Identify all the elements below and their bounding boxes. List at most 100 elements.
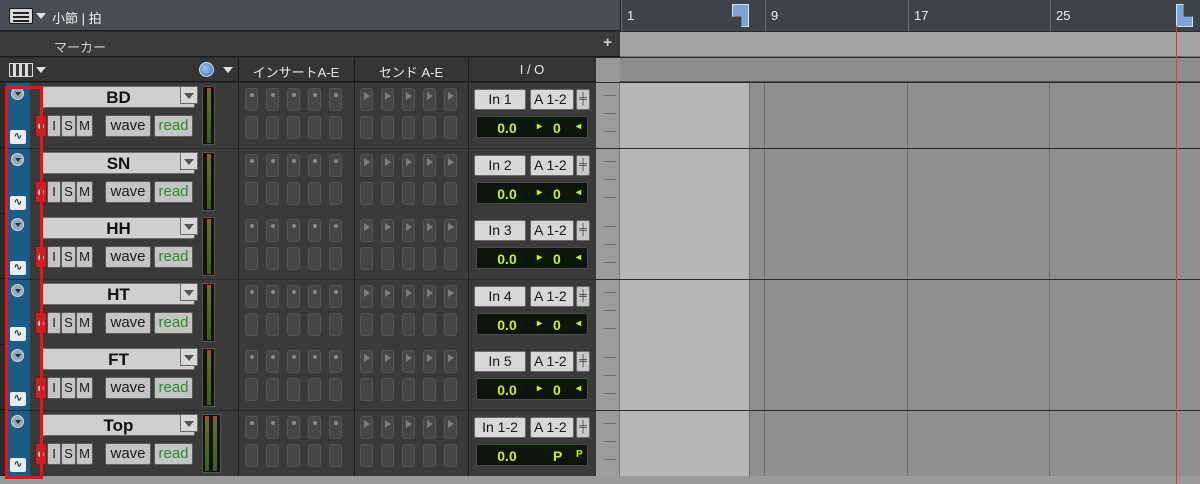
insert-slot[interactable] bbox=[266, 312, 279, 336]
insert-slot[interactable] bbox=[287, 350, 300, 373]
playlist-view-button[interactable]: wave bbox=[105, 180, 151, 203]
globe-icon[interactable] bbox=[199, 62, 214, 77]
send-slot[interactable] bbox=[423, 284, 436, 308]
record-enable-button[interactable]: ● bbox=[35, 180, 47, 203]
input-monitor-button[interactable]: I bbox=[47, 311, 61, 334]
track-playlist-lane[interactable] bbox=[620, 279, 1200, 345]
volume-value[interactable]: 0.0 bbox=[491, 317, 523, 333]
volume-value[interactable]: 0.0 bbox=[491, 382, 523, 398]
solo-button[interactable]: S bbox=[61, 311, 76, 334]
send-slot[interactable] bbox=[444, 443, 457, 467]
pan-value[interactable]: 0 bbox=[553, 382, 561, 398]
automation-mode-button[interactable]: read bbox=[154, 115, 193, 137]
send-slot[interactable] bbox=[423, 415, 436, 439]
track-row[interactable]: ∿ HT ● I S M wave read In 4 A 1-2 ╪ 0.0 … bbox=[0, 279, 1200, 345]
mute-button[interactable]: M bbox=[76, 311, 93, 334]
track-color-strip[interactable]: ∿ bbox=[6, 83, 30, 148]
track-name[interactable]: Top bbox=[42, 413, 195, 436]
send-slot[interactable] bbox=[360, 88, 373, 111]
track-row[interactable]: ∿ BD ● I S M wave read In 1 A 1-2 ╪ 0.0 … bbox=[0, 83, 1200, 148]
send-slot[interactable] bbox=[402, 247, 415, 270]
record-enable-button[interactable]: ● bbox=[35, 115, 47, 137]
volume-value[interactable]: 0.0 bbox=[491, 120, 523, 136]
track-color-strip[interactable]: ∿ bbox=[6, 279, 30, 345]
volume-pan-display[interactable]: 0.0 P P bbox=[476, 443, 588, 466]
track-collapse-icon[interactable] bbox=[11, 87, 24, 100]
track-playlist-lane[interactable] bbox=[620, 83, 1200, 148]
insert-slot[interactable] bbox=[287, 284, 300, 308]
marker-lane[interactable] bbox=[620, 32, 1200, 57]
send-slot[interactable] bbox=[381, 284, 394, 308]
playlist-view-button[interactable]: wave bbox=[105, 442, 151, 465]
insert-slot[interactable] bbox=[245, 88, 258, 111]
send-slot[interactable] bbox=[402, 312, 415, 336]
insert-slot[interactable] bbox=[308, 415, 321, 439]
insert-slot[interactable] bbox=[329, 88, 342, 111]
insert-slot[interactable] bbox=[329, 284, 342, 308]
track-name-menu-icon[interactable] bbox=[180, 86, 198, 104]
output-selector[interactable]: A 1-2 bbox=[530, 351, 574, 372]
track-name-menu-icon[interactable] bbox=[180, 217, 198, 235]
send-slot[interactable] bbox=[381, 378, 394, 401]
send-slot[interactable] bbox=[423, 378, 436, 401]
send-slot[interactable] bbox=[444, 181, 457, 205]
input-monitor-button[interactable]: I bbox=[47, 180, 61, 203]
insert-slot[interactable] bbox=[245, 443, 258, 467]
insert-slot[interactable] bbox=[329, 378, 342, 401]
insert-slot[interactable] bbox=[245, 378, 258, 401]
insert-slot[interactable] bbox=[245, 153, 258, 177]
send-slot[interactable] bbox=[360, 284, 373, 308]
record-enable-button[interactable]: ● bbox=[35, 442, 47, 465]
output-selector[interactable]: A 1-2 bbox=[530, 416, 574, 438]
automation-lane-icon[interactable]: ∿ bbox=[10, 457, 26, 472]
send-slot[interactable] bbox=[423, 312, 436, 336]
send-slot[interactable] bbox=[360, 247, 373, 270]
send-slot[interactable] bbox=[423, 247, 436, 270]
track-name[interactable]: BD bbox=[42, 86, 195, 108]
send-slot[interactable] bbox=[381, 443, 394, 467]
track-playlist-lane[interactable] bbox=[620, 148, 1200, 214]
track-playlist-lane[interactable] bbox=[620, 345, 1200, 410]
volume-value[interactable]: 0.0 bbox=[491, 251, 523, 267]
input-selector[interactable]: In 4 bbox=[474, 285, 526, 307]
send-slot[interactable] bbox=[381, 116, 394, 139]
send-slot[interactable] bbox=[402, 415, 415, 439]
insert-slot[interactable] bbox=[287, 116, 300, 139]
send-slot[interactable] bbox=[360, 153, 373, 177]
send-slot[interactable] bbox=[381, 350, 394, 373]
volume-pan-display[interactable]: 0.0 ▸ 0 ◂ bbox=[476, 378, 588, 400]
input-selector[interactable]: In 3 bbox=[474, 220, 526, 241]
insert-slot[interactable] bbox=[245, 247, 258, 270]
insert-slot[interactable] bbox=[308, 116, 321, 139]
solo-button[interactable]: S bbox=[61, 180, 76, 203]
output-selector[interactable]: A 1-2 bbox=[530, 285, 574, 307]
send-slot[interactable] bbox=[402, 116, 415, 139]
insert-slot[interactable] bbox=[266, 116, 279, 139]
ruler-menu-icon[interactable] bbox=[9, 8, 33, 24]
send-slot[interactable] bbox=[402, 181, 415, 205]
chevron-down-icon[interactable] bbox=[223, 67, 233, 73]
send-slot[interactable] bbox=[402, 219, 415, 242]
insert-slot[interactable] bbox=[287, 312, 300, 336]
input-selector[interactable]: In 2 bbox=[474, 154, 526, 176]
send-slot[interactable] bbox=[423, 181, 436, 205]
insert-slot[interactable] bbox=[308, 247, 321, 270]
send-slot[interactable] bbox=[423, 443, 436, 467]
insert-slot[interactable] bbox=[266, 247, 279, 270]
send-slot[interactable] bbox=[423, 88, 436, 111]
bars-ruler[interactable]: 1 9 17 25 bbox=[620, 0, 1200, 31]
mute-button[interactable]: M bbox=[76, 442, 93, 465]
input-monitor-button[interactable]: I bbox=[47, 246, 61, 268]
playlist-view-button[interactable]: wave bbox=[105, 115, 151, 137]
insert-slot[interactable] bbox=[329, 116, 342, 139]
insert-slot[interactable] bbox=[329, 181, 342, 205]
insert-slot[interactable] bbox=[245, 219, 258, 242]
track-collapse-icon[interactable] bbox=[11, 414, 24, 428]
insert-slot[interactable] bbox=[308, 153, 321, 177]
insert-slot[interactable] bbox=[308, 378, 321, 401]
input-selector[interactable]: In 5 bbox=[474, 351, 526, 372]
input-monitor-button[interactable]: I bbox=[47, 115, 61, 137]
solo-button[interactable]: S bbox=[61, 115, 76, 137]
automation-mode-button[interactable]: read bbox=[154, 311, 193, 334]
record-enable-button[interactable]: ● bbox=[35, 311, 47, 334]
